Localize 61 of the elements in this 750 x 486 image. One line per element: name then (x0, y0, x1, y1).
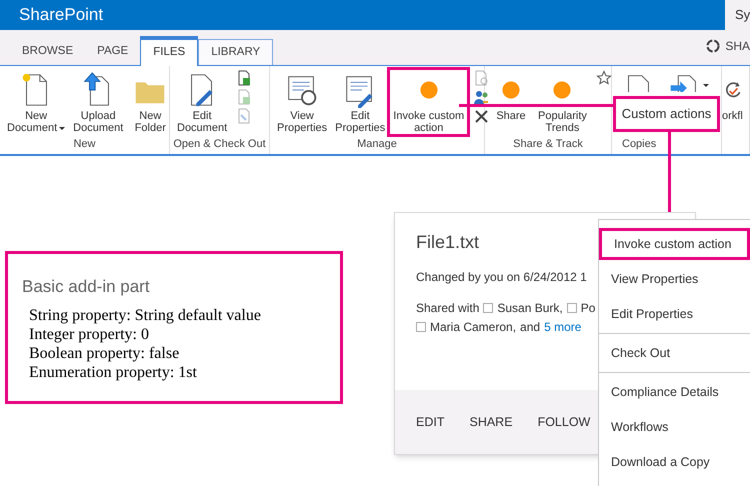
addin-part-title: Basic add-in part (22, 276, 151, 298)
people-icon (473, 89, 490, 105)
star-icon (596, 70, 612, 86)
ribbon-button[interactable]: orkfl (722, 70, 744, 122)
property-text: Integer property: 0 (28, 324, 150, 344)
person-placeholder-icon (483, 302, 494, 312)
ribbon-button[interactable]: New Document (4, 70, 68, 134)
and-text: and (520, 318, 540, 336)
menu-item[interactable]: View Properties (599, 263, 750, 295)
property-text: Boolean property: false (28, 344, 180, 362)
ribbon-tab[interactable]: LIBRARY (198, 39, 274, 65)
discard-icon (236, 108, 252, 124)
ribbon-button[interactable]: Invoke custom action (390, 70, 468, 134)
top-right-text: Sy (735, 6, 750, 24)
ribbon-button[interactable]: Upload Document (70, 70, 126, 134)
person-name: Po (580, 300, 596, 316)
person-name: Susan Burk, (497, 300, 563, 316)
menu-item[interactable]: Check Out (599, 337, 750, 369)
check-out-icon (236, 70, 252, 86)
property-text: String property: String default value (28, 306, 262, 324)
group-label: Open & Check Out (173, 138, 266, 150)
ribbon-button[interactable]: New Folder (128, 70, 172, 134)
person-placeholder-icon (566, 302, 577, 312)
version-icon (473, 70, 490, 86)
ribbon-button[interactable]: View Properties (274, 70, 330, 134)
group-label: Share & Track (513, 138, 583, 150)
ribbon-button[interactable]: Popularity Trends (535, 70, 590, 134)
more-link[interactable]: 5 more (544, 318, 582, 336)
property-text: Enumeration property: 1st (28, 362, 198, 382)
menu-item[interactable]: Compliance Details (599, 376, 750, 408)
menu-item[interactable]: Workflows (599, 411, 750, 443)
star-button[interactable] (596, 70, 612, 86)
check-out-button[interactable] (236, 70, 252, 86)
group-label: New (73, 138, 96, 150)
file-title: File1.txt (416, 231, 480, 254)
shared-label: Shared with (416, 300, 480, 316)
ribbon-button[interactable]: Edit Document (174, 70, 230, 134)
delete-icon (473, 108, 490, 124)
ribbon-tab[interactable]: FILES (140, 36, 198, 66)
ribbon-button[interactable]: Share (489, 70, 533, 122)
delete-button[interactable] (473, 108, 490, 124)
group-label: Manage (357, 138, 397, 150)
menu-item[interactable]: Edit Properties (599, 298, 750, 330)
card-action-link[interactable]: FOLLOW (538, 412, 590, 432)
card-action-link[interactable]: SHARE (469, 412, 513, 432)
callout-label: Custom actions (613, 96, 720, 132)
changed-text: Changed by you on 6/24/2012 1 (416, 269, 587, 286)
menu-item[interactable]: Download a Copy (599, 446, 750, 478)
share-icon[interactable] (705, 38, 722, 54)
menu-item[interactable]: Invoke custom action (599, 228, 750, 260)
ribbon-tab[interactable]: PAGE (85, 39, 140, 65)
app-title: SharePoint (19, 4, 104, 26)
ribbon-tab[interactable]: BROWSE (10, 39, 86, 65)
card-action-link[interactable]: EDIT (416, 412, 444, 432)
ribbon-button[interactable]: Edit Properties (332, 70, 388, 134)
group-label: Copies (622, 138, 656, 150)
person-name: Maria Cameron, (430, 318, 516, 336)
share-label[interactable]: SHA (725, 37, 750, 55)
people-button[interactable] (473, 89, 490, 105)
person-placeholder-icon (416, 322, 426, 332)
check-in-icon (236, 89, 252, 105)
